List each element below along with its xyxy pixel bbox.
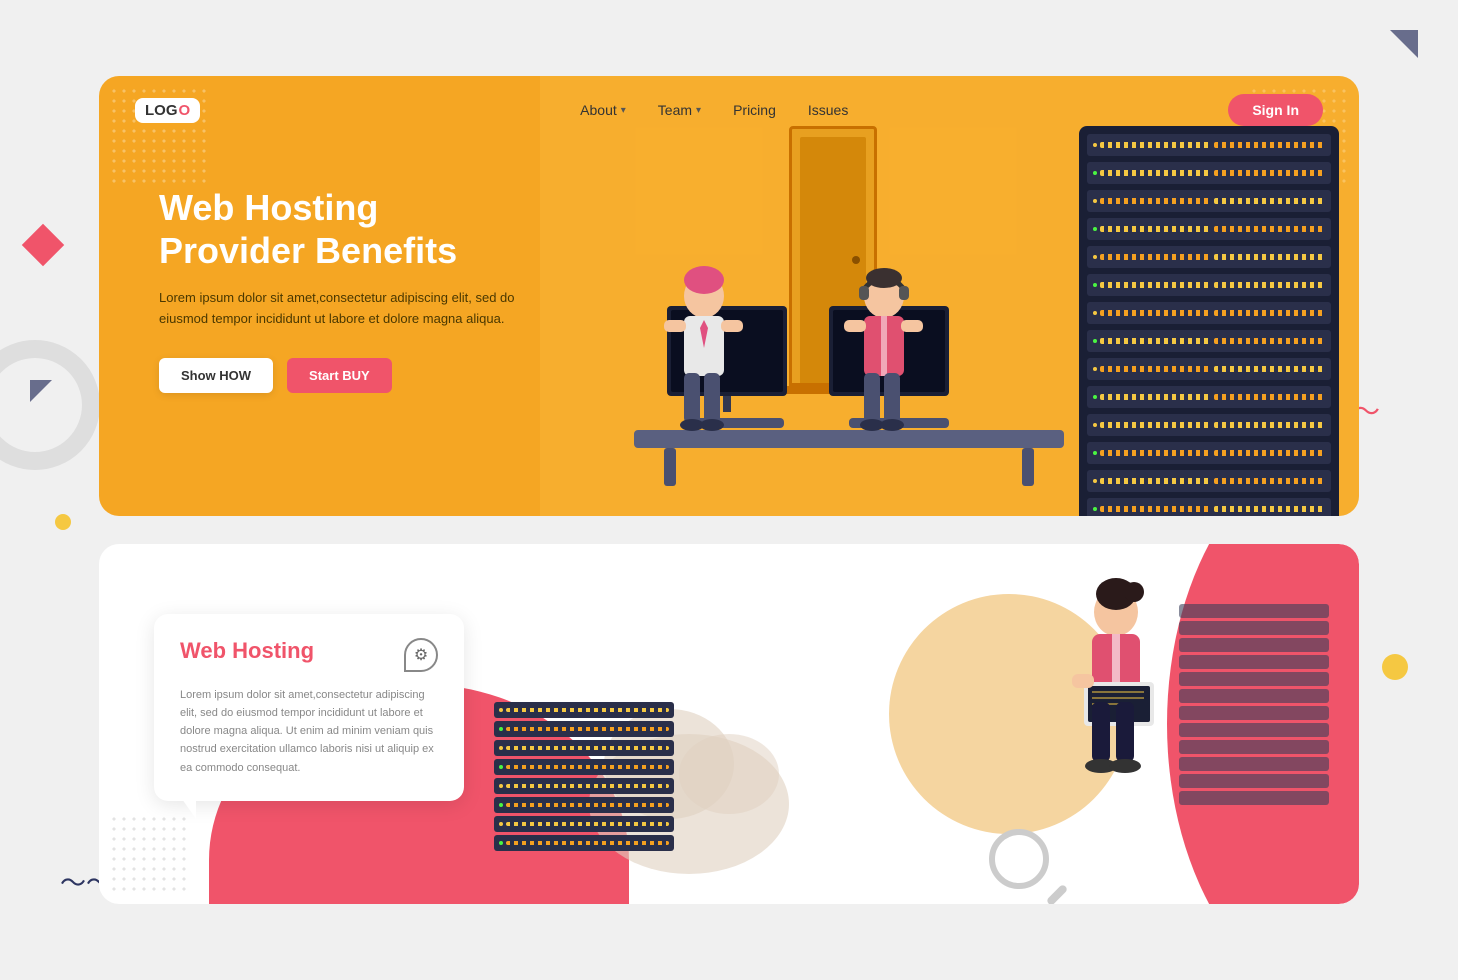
rack-unit	[1087, 162, 1331, 184]
server-rack	[1079, 126, 1359, 496]
rack-unit	[1087, 414, 1331, 436]
nav-links: About ▾ Team ▾ Pricing Issues	[580, 102, 848, 118]
nav-link-pricing[interactable]: Pricing	[733, 102, 776, 118]
triangle-decor-right	[1390, 30, 1418, 58]
diamond-decor	[22, 224, 64, 266]
magnify-handle	[1046, 884, 1069, 904]
chat-bubble-icon: ⚙	[404, 638, 438, 672]
rack-unit	[1087, 274, 1331, 296]
center-server-unit	[494, 778, 674, 794]
bg-servers-right	[1179, 604, 1329, 808]
circle-decor	[0, 340, 100, 470]
hero-illustration	[579, 116, 1359, 516]
rack-unit	[1087, 134, 1331, 156]
rack-unit	[1087, 358, 1331, 380]
sign-in-button[interactable]: Sign In	[1228, 94, 1323, 126]
navbar: LOGO About ▾ Team ▾ Pricing	[99, 76, 1359, 126]
section2-hosting: Web Hosting ⚙ Lorem ipsum dolor sit amet…	[99, 544, 1359, 904]
rack-unit	[1087, 190, 1331, 212]
nav-link-issues[interactable]: Issues	[808, 102, 848, 118]
hero-description: Lorem ipsum dolor sit amet,consectetur a…	[159, 288, 539, 330]
desk-legs	[654, 448, 1044, 486]
center-server-unit	[494, 816, 674, 832]
dot-yellow-left	[55, 514, 71, 530]
chevron-down-icon: ▾	[696, 105, 701, 116]
rack-unit	[1087, 386, 1331, 408]
hero-content: Web Hosting Provider Benefits Lorem ipsu…	[159, 186, 539, 393]
person-s2	[1064, 574, 1164, 854]
magnify-lens	[989, 829, 1049, 889]
person-left	[659, 248, 749, 448]
dots-pattern-s2-bl	[109, 814, 189, 894]
nav-item-about[interactable]: About ▾	[580, 102, 626, 118]
logo-text: LOG	[145, 102, 178, 119]
show-how-button[interactable]: Show HOW	[159, 358, 273, 393]
dot-circle-right	[1382, 654, 1408, 680]
info-card-description: Lorem ipsum dolor sit amet,consectetur a…	[180, 686, 438, 777]
gear-icon: ⚙	[414, 645, 428, 665]
info-card-header: Web Hosting ⚙	[180, 638, 438, 672]
rack-unit	[1087, 302, 1331, 324]
center-server-unit	[494, 721, 674, 737]
person-right	[839, 248, 929, 448]
rack-unit	[1087, 218, 1331, 240]
section1-hero: LOGO About ▾ Team ▾ Pricing	[99, 76, 1359, 516]
rack-unit	[1087, 470, 1331, 492]
nav-item-pricing[interactable]: Pricing	[733, 102, 776, 118]
rack-unit	[1087, 330, 1331, 352]
magnify-glass	[989, 829, 1049, 889]
nav-item-team[interactable]: Team ▾	[658, 102, 701, 118]
start-buy-button[interactable]: Start BUY	[287, 358, 392, 393]
center-servers	[494, 702, 674, 854]
logo-o: O	[179, 102, 191, 119]
nav-item-issues[interactable]: Issues	[808, 102, 848, 118]
center-server-unit	[494, 702, 674, 718]
desk-leg-left	[664, 448, 676, 486]
nav-link-about[interactable]: About ▾	[580, 102, 626, 118]
center-server-unit	[494, 835, 674, 851]
nav-link-team[interactable]: Team ▾	[658, 102, 701, 118]
center-server-unit	[494, 797, 674, 813]
info-card: Web Hosting ⚙ Lorem ipsum dolor sit amet…	[154, 614, 464, 801]
info-card-title: Web Hosting	[180, 638, 314, 664]
rack-unit	[1087, 498, 1331, 516]
hero-buttons: Show HOW Start BUY	[159, 358, 539, 393]
triangle-decor-left	[30, 380, 52, 402]
rack-unit	[1087, 246, 1331, 268]
desk-leg-right	[1022, 448, 1034, 486]
logo[interactable]: LOGO	[135, 98, 200, 123]
hero-title: Web Hosting Provider Benefits	[159, 186, 539, 272]
rack-unit	[1087, 442, 1331, 464]
center-server-unit	[494, 759, 674, 775]
chevron-down-icon: ▾	[621, 105, 626, 116]
center-server-unit	[494, 740, 674, 756]
card-tail	[182, 799, 196, 819]
